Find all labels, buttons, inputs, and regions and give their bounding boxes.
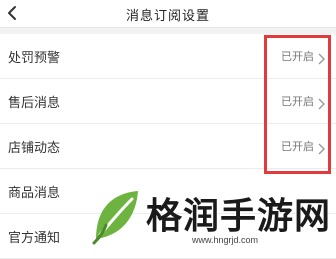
setting-label: 售后消息 [8, 96, 61, 111]
setting-status: 已开启 [281, 140, 314, 153]
setting-label: 官方通知 [8, 231, 61, 246]
setting-row-store-updates[interactable]: 店铺动态 已开启 [0, 124, 336, 169]
watermark: 格润手游网 www.hngrjd.com [90, 181, 336, 252]
watermark-text: 格润手游网 [146, 196, 332, 237]
setting-label: 处罚预警 [8, 51, 61, 66]
page-title: 消息订阅设置 [125, 9, 210, 24]
watermark-url: www.hngrjd.com [192, 235, 259, 245]
leaf-logo-icon [90, 187, 142, 245]
setting-label: 商品消息 [8, 186, 61, 201]
chevron-right-icon [318, 140, 326, 155]
setting-label: 店铺动态 [8, 141, 61, 156]
setting-status: 已开启 [281, 95, 314, 108]
header-bar: 消息订阅设置 [0, 0, 336, 28]
setting-row-penalty-warning[interactable]: 处罚预警 已开启 [0, 34, 336, 79]
chevron-right-icon [318, 95, 326, 110]
chevron-right-icon [318, 50, 326, 65]
setting-status: 已开启 [281, 50, 314, 63]
setting-row-after-sales[interactable]: 售后消息 已开启 [0, 79, 336, 124]
